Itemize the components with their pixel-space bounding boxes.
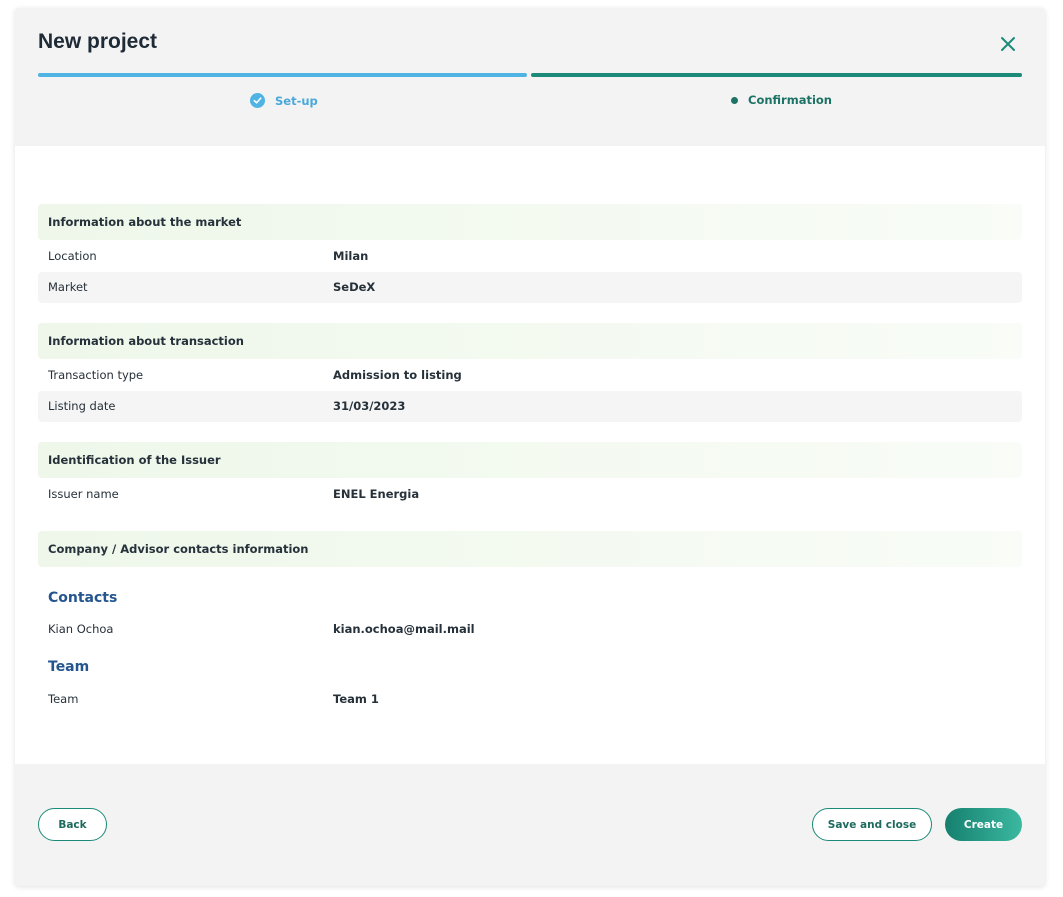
section-header-transaction: Information about transaction xyxy=(38,323,1022,359)
summary-row: Issuer name ENEL Energia xyxy=(38,479,1022,510)
save-and-close-button[interactable]: Save and close xyxy=(812,808,932,841)
step-setup-progress-bar xyxy=(38,73,527,77)
contact-row: Kian Ochoa kian.ochoa@mail.mail xyxy=(38,614,1022,645)
section-header-contacts: Company / Advisor contacts information xyxy=(38,531,1022,567)
dot-icon xyxy=(731,96,738,104)
contacts-heading: Contacts xyxy=(48,590,118,606)
new-project-dialog: New project Set-up Confirmation Informat… xyxy=(15,8,1045,886)
step-confirmation[interactable]: Confirmation xyxy=(731,93,832,107)
step-setup[interactable]: Set-up xyxy=(250,93,318,108)
row-label: Market xyxy=(48,280,88,294)
contact-email: kian.ochoa@mail.mail xyxy=(333,622,475,636)
section-header-market: Information about the market xyxy=(38,204,1022,240)
row-value: Milan xyxy=(333,249,369,263)
summary-row: Listing date 31/03/2023 xyxy=(38,391,1022,422)
team-label: Team xyxy=(48,692,79,706)
summary-row: Transaction type Admission to listing xyxy=(38,360,1022,391)
create-button[interactable]: Create xyxy=(945,808,1022,841)
row-label: Issuer name xyxy=(48,487,119,501)
row-value: SeDeX xyxy=(333,280,376,294)
close-icon[interactable] xyxy=(999,35,1017,53)
contact-name: Kian Ochoa xyxy=(48,622,114,636)
row-value: ENEL Energia xyxy=(333,487,420,501)
team-heading: Team xyxy=(48,659,90,675)
back-button[interactable]: Back xyxy=(38,808,107,841)
step-confirmation-progress-bar xyxy=(531,73,1022,77)
check-circle-icon xyxy=(250,93,265,108)
dialog-title: New project xyxy=(38,30,158,53)
row-label: Listing date xyxy=(48,399,116,413)
step-confirmation-label: Confirmation xyxy=(748,93,832,107)
step-setup-label: Set-up xyxy=(275,93,318,108)
confirmation-summary: Information about the market Location Mi… xyxy=(15,146,1045,764)
row-label: Location xyxy=(48,249,97,263)
section-header-issuer: Identification of the Issuer xyxy=(38,442,1022,478)
team-value: Team 1 xyxy=(333,692,379,706)
summary-row: Market SeDeX xyxy=(38,272,1022,303)
row-value: 31/03/2023 xyxy=(333,399,406,413)
team-row: Team Team 1 xyxy=(38,684,1022,715)
summary-row: Location Milan xyxy=(38,241,1022,272)
row-label: Transaction type xyxy=(48,368,144,382)
row-value: Admission to listing xyxy=(333,368,462,382)
